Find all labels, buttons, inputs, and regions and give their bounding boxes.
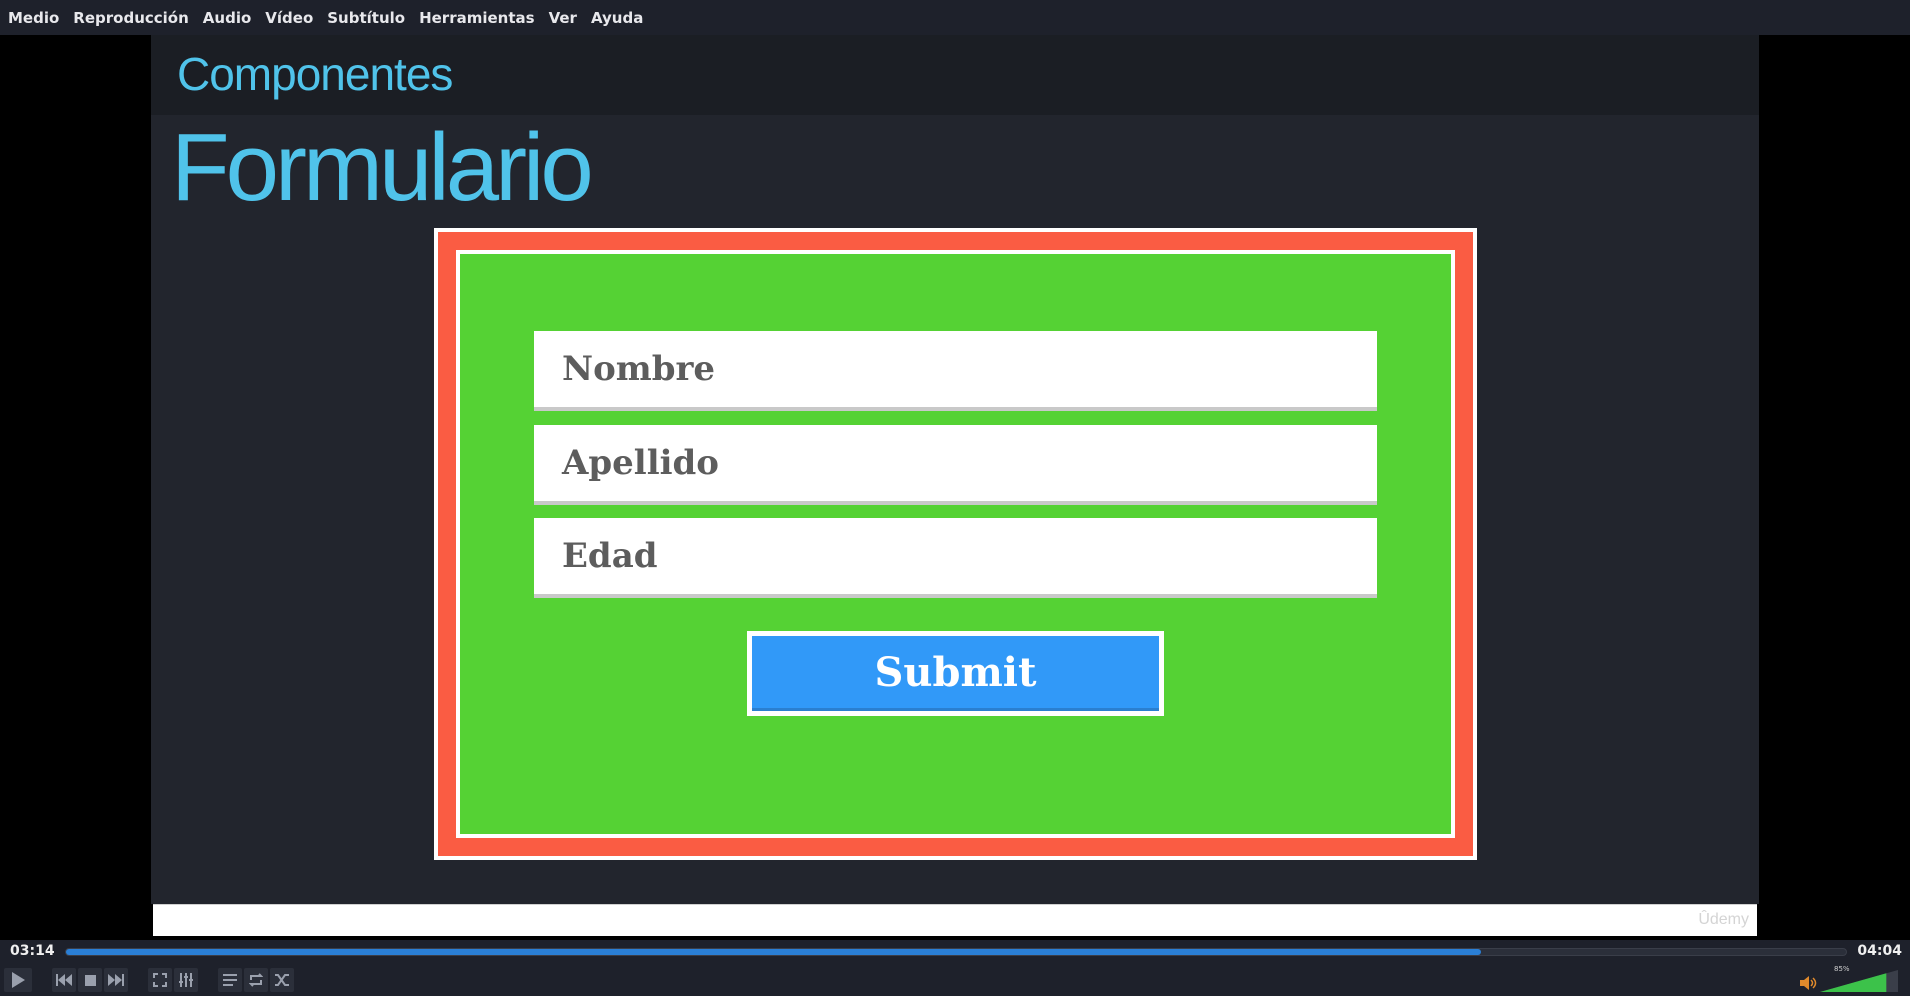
menu-video[interactable]: Vídeo (265, 9, 313, 27)
next-button[interactable] (104, 968, 128, 992)
fullscreen-icon (153, 973, 167, 987)
loop-icon (249, 973, 263, 987)
volume-control[interactable]: 85% (1800, 965, 1900, 992)
stop-button[interactable] (78, 968, 102, 992)
stop-icon (84, 974, 96, 986)
fullscreen-button[interactable] (148, 968, 172, 992)
caption-bar: Ûdemy (153, 904, 1757, 936)
menu-reproduccion[interactable]: Reproducción (73, 9, 189, 27)
extended-settings-icon (179, 973, 193, 987)
slide-title: Formulario (171, 114, 594, 221)
field-apellido-label: Apellido (562, 443, 719, 483)
field-edad: Edad (534, 518, 1377, 598)
total-time: 04:04 (1857, 943, 1902, 959)
volume-slider[interactable] (1820, 970, 1898, 992)
seek-progress (66, 949, 1482, 955)
field-apellido: Apellido (534, 425, 1377, 505)
field-nombre: Nombre (534, 331, 1377, 411)
speaker-icon (1800, 976, 1817, 990)
shuffle-button[interactable] (270, 968, 294, 992)
submit-label: Submit (874, 648, 1037, 696)
seek-bar[interactable] (65, 948, 1847, 956)
field-nombre-label: Nombre (562, 349, 716, 389)
form-diagram: Nombre Apellido Edad Submit (434, 228, 1477, 860)
slide-subtitle: Componentes (177, 48, 453, 100)
menu-medio[interactable]: Medio (8, 9, 59, 27)
playlist-icon (223, 974, 237, 986)
menu-ayuda[interactable]: Ayuda (591, 9, 643, 27)
control-buttons (4, 968, 296, 992)
shuffle-icon (275, 974, 289, 986)
field-edad-label: Edad (562, 536, 658, 576)
video-area[interactable]: Componentes Formulario Nombre Apellido E… (0, 35, 1910, 940)
form-container: Nombre Apellido Edad Submit (460, 254, 1451, 834)
volume-label: 85% (1834, 965, 1850, 973)
menu-audio[interactable]: Audio (203, 9, 251, 27)
menu-subtitulo[interactable]: Subtítulo (327, 9, 405, 27)
playlist-button[interactable] (218, 968, 242, 992)
menu-ver[interactable]: Ver (549, 9, 577, 27)
udemy-watermark: Ûdemy (1698, 911, 1749, 928)
submit-button: Submit (747, 631, 1164, 716)
previous-icon (56, 974, 72, 986)
slide-header: Componentes (151, 35, 1759, 115)
extended-settings-button[interactable] (174, 968, 198, 992)
next-icon (108, 974, 124, 986)
loop-button[interactable] (244, 968, 268, 992)
current-time: 03:14 (10, 943, 55, 959)
player-controls: 03:14 04:04 85% (0, 940, 1910, 996)
slide: Componentes Formulario Nombre Apellido E… (151, 35, 1759, 904)
play-icon (12, 972, 25, 988)
menu-herramientas[interactable]: Herramientas (419, 9, 535, 27)
menu-bar: Medio Reproducción Audio Vídeo Subtítulo… (0, 0, 1910, 35)
form-outer-border: Nombre Apellido Edad Submit (438, 232, 1473, 856)
play-button[interactable] (4, 968, 32, 992)
previous-button[interactable] (52, 968, 76, 992)
